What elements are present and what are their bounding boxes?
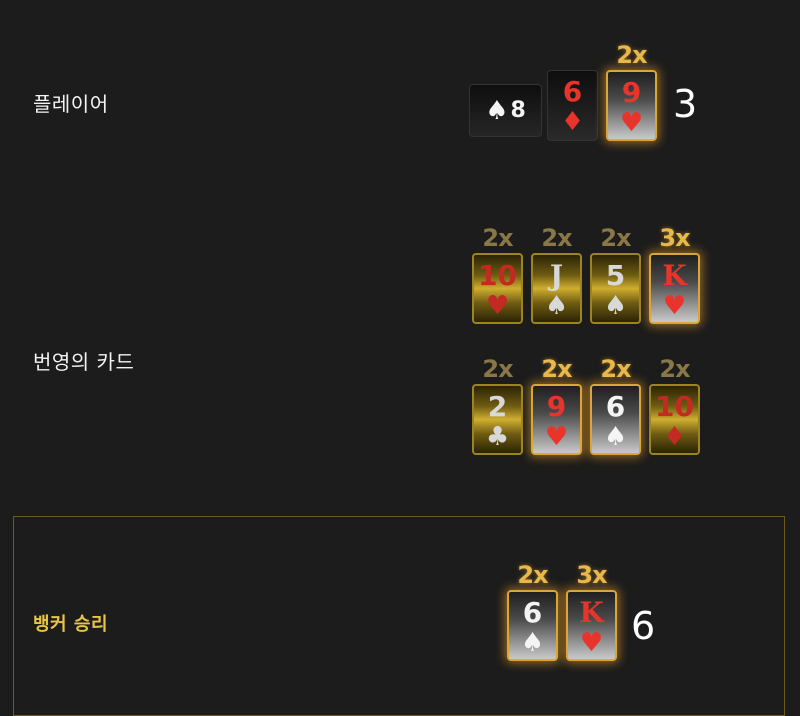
spade-icon: ♠	[603, 291, 628, 321]
card-slot: 2x 6 ♠	[590, 354, 641, 455]
playing-card: K ♥	[566, 590, 617, 661]
card-rank: 9	[546, 390, 567, 423]
lightning-cards-label: 번영의 카드	[33, 350, 135, 374]
multiplier-label: 2x	[616, 41, 647, 69]
multiplier-label: 2x	[600, 355, 631, 383]
card-rank: K	[579, 596, 604, 629]
spade-icon: ♠	[520, 628, 545, 658]
multiplier-label: 2x	[517, 561, 548, 589]
playing-card: J ♠	[531, 253, 582, 324]
playing-card: 9 ♥	[531, 384, 582, 455]
playing-card: 10 ♦	[649, 384, 700, 455]
spade-icon: ♠	[485, 95, 509, 126]
lightning-cards-row-2: 2x 2 ♣ 2x 9 ♥ 2x 6 ♠ 2x 10 ♦	[472, 354, 700, 455]
playing-card: 5 ♠	[590, 253, 641, 324]
club-icon: ♣	[485, 422, 510, 452]
card-rank: K	[662, 259, 687, 292]
playing-card: 6 ♠	[590, 384, 641, 455]
multiplier-label: 3x	[576, 561, 607, 589]
player-hidden-card: ♠ 8	[469, 84, 542, 137]
card-slot: 2x 9 ♥	[531, 354, 582, 455]
banker-cards: 2x 6 ♠ 3x K ♥	[507, 560, 617, 661]
multiplier-label: 2x	[541, 355, 572, 383]
playing-card: 2 ♣	[472, 384, 523, 455]
hidden-card-rank: 8	[510, 98, 526, 123]
card-slot: 2x 6 ♠	[507, 560, 558, 661]
card-slot: 3x K ♥	[566, 560, 617, 661]
player-label: 플레이어	[33, 92, 109, 116]
diamond-icon: ♦	[560, 107, 585, 137]
playing-card: 9 ♥	[606, 70, 657, 141]
card-rank: 6	[522, 596, 543, 629]
multiplier-label: 3x	[659, 224, 690, 252]
playing-card: K ♥	[649, 253, 700, 324]
playing-card: 10 ♥	[472, 253, 523, 324]
card-rank: 10	[478, 259, 517, 292]
multiplier-label: 2x	[482, 224, 513, 252]
playing-card: 6 ♦	[547, 70, 598, 141]
spade-icon: ♠	[603, 422, 628, 452]
heart-icon: ♥	[485, 291, 510, 321]
card-slot: 2x 9 ♥	[606, 40, 657, 141]
diamond-icon: ♦	[662, 422, 687, 452]
card-slot: 3x K ♥	[649, 223, 700, 324]
heart-icon: ♥	[619, 108, 644, 138]
card-slot: 2x 5 ♠	[590, 223, 641, 324]
card-rank: 9	[621, 76, 642, 109]
heart-icon: ♥	[579, 628, 604, 658]
multiplier-label: 2x	[600, 224, 631, 252]
card-rank: 6	[562, 75, 583, 108]
card-rank: 6	[605, 390, 626, 423]
card-rank: 5	[605, 259, 626, 292]
multiplier-label: 2x	[482, 355, 513, 383]
player-total: 3	[673, 82, 698, 126]
multiplier-label: 2x	[659, 355, 690, 383]
heart-icon: ♥	[544, 422, 569, 452]
card-rank: 10	[655, 390, 694, 423]
banker-total: 6	[631, 604, 656, 648]
card-slot: 2x 10 ♦	[649, 354, 700, 455]
card-slot: 2x J ♠	[531, 223, 582, 324]
heart-icon: ♥	[662, 291, 687, 321]
player-cards: 6 ♦ 2x 9 ♥	[547, 40, 657, 141]
spade-icon: ♠	[544, 291, 569, 321]
banker-win-label: 뱅커 승리	[33, 614, 109, 635]
card-rank: J	[549, 259, 564, 292]
banker-win-panel	[13, 516, 785, 716]
playing-card: 6 ♠	[507, 590, 558, 661]
card-rank: 2	[487, 390, 508, 423]
card-slot: 2x 10 ♥	[472, 223, 523, 324]
card-slot: 2x 2 ♣	[472, 354, 523, 455]
lightning-cards-row-1: 2x 10 ♥ 2x J ♠ 2x 5 ♠ 3x K ♥	[472, 223, 700, 324]
card-slot: 6 ♦	[547, 40, 598, 141]
multiplier-label: 2x	[541, 224, 572, 252]
